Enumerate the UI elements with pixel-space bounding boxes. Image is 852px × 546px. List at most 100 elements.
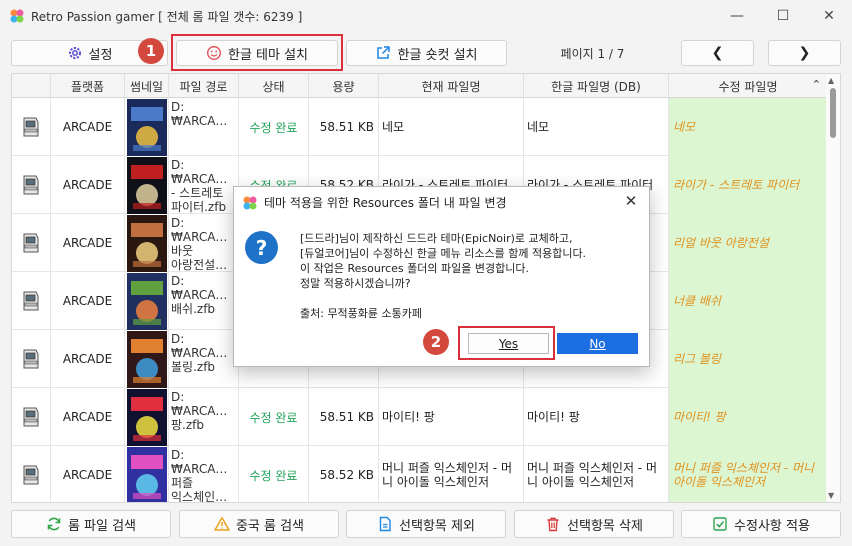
chevron-right-icon: ❯ <box>798 45 811 61</box>
dialog-source: 출처: 무적풍화륜 소통카페 <box>300 307 423 320</box>
status-cell: 수정 완료 <box>239 98 309 156</box>
col-header-platform[interactable]: 플랫폼 <box>51 74 125 98</box>
table-row[interactable]: ARCADE D: ₩ARCA… 퍼즐 익스체인… 수정 완료 58.52 KB 머니 … <box>12 446 828 502</box>
game-thumbnail <box>126 214 167 272</box>
file-path-cell: D: ₩ARCA… <box>169 98 239 156</box>
modified-name-cell[interactable]: 리그 볼링 <box>669 330 828 388</box>
next-page-button[interactable]: ❯ <box>768 40 841 66</box>
apply-changes-label: 수정사항 적용 <box>734 518 810 534</box>
modified-name-cell[interactable]: 머니 퍼즐 익스체인저 - 머니 아이돌 익스체인저 <box>669 446 828 502</box>
col-header-korean-db-name[interactable]: 한글 파일명 (DB) <box>524 74 669 98</box>
table-header: 플랫폼 썸네일 파일 경로 상태 용량 현재 파일명 한글 파일명 (DB) 수… <box>12 74 828 98</box>
platform-cell: ARCADE <box>51 330 125 388</box>
question-icon: ? <box>245 231 278 264</box>
thumbnail-cell <box>125 330 169 388</box>
file-path-cell: D: ₩ARCA… 팡.zfb <box>169 388 239 446</box>
checkbox-checked-icon <box>713 517 727 531</box>
korean-db-name-cell: 네모 <box>524 98 669 156</box>
arcade-cabinet-icon <box>23 291 39 311</box>
file-path-cell: D: ₩ARCA… - 스트레토 파이터.zfb <box>169 156 239 214</box>
thumbnail-cell <box>125 214 169 272</box>
korean-db-name-cell: 마이티! 팡 <box>524 388 669 446</box>
delete-selected-button[interactable]: 선택항목 삭제 <box>514 510 674 538</box>
document-icon <box>379 516 391 532</box>
platform-cell: ARCADE <box>51 98 125 156</box>
game-thumbnail <box>126 272 167 330</box>
prev-page-button[interactable]: ❮ <box>681 40 754 66</box>
page-indicator: 페이지 1 / 7 <box>560 47 625 61</box>
apply-changes-button[interactable]: 수정사항 적용 <box>681 510 841 538</box>
col-header-modified-name[interactable]: 수정 파일명 ⌃ <box>669 74 828 98</box>
arcade-cabinet-icon <box>23 175 39 195</box>
dialog-message-line2: [듀얼코어]님이 수정하신 한글 메뉴 리소스를 함께 적용합니다. <box>300 247 587 260</box>
col-header-current-name[interactable]: 현재 파일명 <box>379 74 524 98</box>
arcade-cabinet-icon <box>23 407 39 427</box>
table-row[interactable]: ARCADE D: ₩ARCA… 수정 완료 58.51 KB 네모 네모 네모 <box>12 98 828 156</box>
platform-icon-cell <box>12 388 51 446</box>
modified-name-cell[interactable]: 라이가 - 스트레토 파이터 <box>669 156 828 214</box>
platform-cell: ARCADE <box>51 156 125 214</box>
modified-name-cell[interactable]: 너클 배쉬 <box>669 272 828 330</box>
thumbnail-cell <box>125 446 169 502</box>
scroll-down-icon[interactable]: ▼ <box>828 491 834 500</box>
scroll-thumb[interactable] <box>830 88 836 138</box>
duplicate-rom-search-button[interactable]: 중국 롬 검색 <box>179 510 339 538</box>
close-button[interactable]: ✕ <box>806 0 852 32</box>
col-header-size[interactable]: 용량 <box>309 74 379 98</box>
exclude-selected-button[interactable]: 선택항목 제외 <box>346 510 506 538</box>
duplicate-rom-search-label: 중국 롬 검색 <box>235 518 305 534</box>
korean-shortcut-label: 한글 숏컷 설치 <box>397 47 478 63</box>
scroll-up-icon[interactable]: ▲ <box>828 76 834 85</box>
warning-icon <box>214 517 230 531</box>
rom-search-label: 롬 파일 검색 <box>67 518 137 534</box>
gear-icon <box>68 47 81 59</box>
dialog-message-line1: [드드라]님이 제작하신 드드라 테마(EpicNoir)로 교체하고, <box>300 232 573 245</box>
col-header-thumbnail[interactable]: 썸네일 <box>125 74 169 98</box>
external-link-icon <box>377 46 391 59</box>
dialog-close-button[interactable]: ✕ <box>620 190 642 212</box>
trash-icon <box>547 517 559 532</box>
size-cell: 58.51 KB <box>309 388 379 446</box>
modified-name-cell[interactable]: 네모 <box>669 98 828 156</box>
col-header-modified-label: 수정 파일명 <box>718 79 778 94</box>
chevron-left-icon: ❮ <box>711 45 724 61</box>
refresh-icon <box>47 517 61 531</box>
minimize-icon: — <box>730 8 744 24</box>
platform-icon-cell <box>12 214 51 272</box>
platform-icon-cell <box>12 156 51 214</box>
title-bar: Retro Passion gamer [ 전체 롬 파일 갯수: 6239 ]… <box>0 0 852 32</box>
dialog-app-icon <box>243 196 257 210</box>
file-path-cell: D: ₩ARCA… 퍼즐 익스체인… <box>169 446 239 502</box>
platform-cell: ARCADE <box>51 214 125 272</box>
platform-cell: ARCADE <box>51 388 125 446</box>
step-badge-2: 2 <box>423 329 449 355</box>
no-button[interactable]: No <box>557 333 638 354</box>
callout-box-2 <box>458 326 555 360</box>
modified-name-cell[interactable]: 리얼 바웃 아랑전설 <box>669 214 828 272</box>
close-icon: ✕ <box>624 192 638 210</box>
vertical-scrollbar[interactable]: ▲ ▼ <box>826 74 840 502</box>
thumbnail-cell <box>125 388 169 446</box>
platform-cell: ARCADE <box>51 272 125 330</box>
status-cell: 수정 완료 <box>239 446 309 502</box>
status-cell: 수정 완료 <box>239 388 309 446</box>
rom-search-button[interactable]: 롬 파일 검색 <box>11 510 171 538</box>
game-thumbnail <box>126 98 167 156</box>
maximize-button[interactable]: ☐ <box>760 0 806 32</box>
korean-shortcut-install-button[interactable]: 한글 숏컷 설치 <box>346 40 507 66</box>
modified-name-cell[interactable]: 마이티! 팡 <box>669 388 828 446</box>
window-title: Retro Passion gamer [ 전체 롬 파일 갯수: 6239 ] <box>31 10 303 24</box>
col-header-icon[interactable] <box>12 74 51 98</box>
arcade-cabinet-icon <box>23 117 39 137</box>
col-header-path[interactable]: 파일 경로 <box>169 74 239 98</box>
file-path-cell: D: ₩ARCA… 바웃 아랑전설… <box>169 214 239 272</box>
file-path-cell: D: ₩ARCA… 배쉬.zfb <box>169 272 239 330</box>
minimize-button[interactable]: — <box>714 0 760 32</box>
size-cell: 58.51 KB <box>309 98 379 156</box>
col-header-status[interactable]: 상태 <box>239 74 309 98</box>
callout-box-1 <box>171 34 343 71</box>
table-row[interactable]: ARCADE D: ₩ARCA… 팡.zfb 수정 완료 58.51 KB 마이티! 팡… <box>12 388 828 446</box>
sort-caret-icon: ⌃ <box>811 78 821 91</box>
thumbnail-cell <box>125 156 169 214</box>
arcade-cabinet-icon <box>23 349 39 369</box>
